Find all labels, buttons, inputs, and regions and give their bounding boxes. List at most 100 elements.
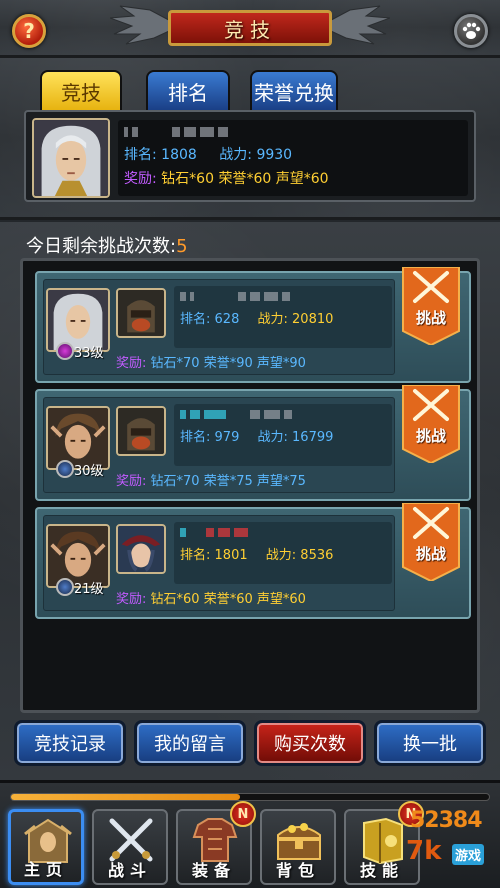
opponent-pet-avatar: [116, 524, 166, 574]
player-power-label: 战力:: [219, 147, 252, 163]
player-avatar: [32, 118, 110, 198]
opponent-reward-honor: 荣誉*90: [203, 356, 253, 371]
challenges-remaining-count: 5: [176, 236, 188, 257]
opponent-card-inner: 21级 排名: 1801 战力: 8536 奖励: 钻石*60 荣誉*60 声望…: [43, 515, 395, 611]
opponent-power-label: 战力:: [257, 312, 288, 327]
opponent-card-inner: 33级 排名: 628 战力: 20810 奖励: 钻石*70 荣誉*90 声望…: [43, 279, 395, 375]
opponent-name-blurred: [180, 406, 386, 422]
opponent-reward-diamond: 钻石*70: [150, 356, 200, 371]
nav-home-label: 主页: [23, 860, 68, 879]
opponent-card: 30级 排名: 979 战力: 16799 奖励: 钻石*70 荣誉*75 声望…: [35, 384, 471, 501]
opponent-power-value: 20810: [292, 312, 334, 327]
nav-bag[interactable]: 背包: [260, 809, 336, 885]
challenge-button[interactable]: 挑战: [401, 502, 461, 583]
opponent-name-blurred: [180, 524, 386, 540]
top-bar: ? 竞技: [0, 0, 500, 58]
opponent-reward-diamond: 钻石*60: [150, 592, 200, 607]
player-stats: 排名: 1808 战力: 9930: [124, 144, 462, 164]
player-reward-diamond: 钻石*60: [161, 171, 214, 187]
class-badge-icon: [56, 578, 74, 596]
watermark-number: 52384: [410, 808, 483, 833]
opponent-rank-value: 628: [214, 312, 240, 327]
help-label: ?: [23, 19, 35, 43]
opponent-reward-label: 奖励:: [116, 356, 147, 371]
tab-ranking[interactable]: 排名: [146, 70, 230, 112]
player-reward-label: 奖励:: [124, 171, 157, 187]
player-reward-honor: 荣誉*60: [218, 171, 272, 187]
opponent-list: 33级 排名: 628 战力: 20810 奖励: 钻石*70 荣誉*90 声望…: [20, 258, 480, 713]
player-rank-label: 排名:: [124, 147, 157, 163]
opponent-stats: 排名: 628 战力: 20810: [180, 308, 386, 327]
opponent-rewards: 奖励: 钻石*70 荣誉*90 声望*90: [116, 352, 306, 371]
opponent-info: 排名: 628 战力: 20810: [174, 286, 392, 348]
opponent-name-blurred: [180, 288, 386, 304]
opponent-power-value: 8536: [300, 548, 334, 563]
opponent-info: 排名: 979 战力: 16799: [174, 404, 392, 466]
opponent-pet-avatar: [116, 288, 166, 338]
opponent-stats: 排名: 979 战力: 16799: [180, 426, 386, 445]
my-messages-label: 我的留言: [154, 734, 226, 755]
new-badge: N: [230, 801, 256, 827]
opponent-card: 21级 排名: 1801 战力: 8536 奖励: 钻石*60 荣誉*60 声望…: [35, 502, 471, 619]
opponent-rank-label: 排名:: [180, 312, 211, 327]
opponent-level: 30级: [74, 464, 104, 479]
watermark-logo: 7k: [406, 836, 442, 866]
opponent-reward-prestige: 声望*90: [256, 356, 306, 371]
opponent-pet-avatar: [116, 406, 166, 456]
crossed-swords-icon: [402, 384, 460, 465]
xp-bar-fill: [11, 794, 241, 800]
challenge-button[interactable]: 挑战: [401, 266, 461, 347]
opponent-rewards: 奖励: 钻石*70 荣誉*75 声望*75: [116, 470, 306, 489]
page-title: 竞技: [168, 10, 332, 46]
my-messages-button[interactable]: 我的留言: [134, 720, 246, 766]
opponent-reward-label: 奖励:: [116, 592, 147, 607]
tab-arena-label: 竞技: [61, 80, 101, 105]
opponent-reward-prestige: 声望*75: [256, 474, 306, 489]
opponent-rank-label: 排名:: [180, 430, 211, 445]
opponent-power-label: 战力:: [265, 548, 297, 563]
paw-button[interactable]: [454, 14, 488, 48]
opponent-rank-label: 排名:: [180, 548, 211, 563]
player-rewards: 奖励: 钻石*60 荣誉*60 声望*60: [124, 168, 462, 188]
opponent-power-value: 16799: [292, 430, 334, 445]
opponent-info: 排名: 1801 战力: 8536: [174, 522, 392, 584]
player-info: 排名: 1808 战力: 9930 奖励: 钻石*60 荣誉*60 声望*60: [118, 120, 468, 196]
opponent-card-inner: 30级 排名: 979 战力: 16799 奖励: 钻石*70 荣誉*75 声望…: [43, 397, 395, 493]
opponent-reward-prestige: 声望*60: [256, 592, 306, 607]
arena-record-button[interactable]: 竞技记录: [14, 720, 126, 766]
challenge-button[interactable]: 挑战: [401, 384, 461, 465]
buy-attempts-button[interactable]: 购买次数: [254, 720, 366, 766]
crossed-swords-icon: [402, 502, 460, 583]
nav-battle[interactable]: 战斗: [92, 809, 168, 885]
site-watermark: 52384 7k 游戏: [404, 808, 496, 884]
tab-honor-exchange[interactable]: 荣誉兑换: [250, 70, 338, 112]
refresh-opponents-label: 换一批: [403, 734, 457, 755]
player-rank-value: 1808: [161, 147, 197, 163]
opponent-reward-diamond: 钻石*70: [150, 474, 200, 489]
nav-home[interactable]: 主页: [8, 809, 84, 885]
tab-ranking-label: 排名: [168, 80, 208, 105]
opponent-reward-honor: 荣誉*75: [203, 474, 253, 489]
player-name-blurred: [124, 124, 462, 140]
opponent-level: 21级: [74, 582, 104, 597]
watermark-tag: 游戏: [452, 844, 485, 865]
opponent-level: 33级: [74, 346, 104, 361]
opponent-rewards: 奖励: 钻石*60 荣誉*60 声望*60: [116, 588, 306, 607]
challenge-button-label: 挑战: [415, 545, 446, 563]
tab-arena[interactable]: 竞技: [40, 70, 122, 112]
nav-battle-label: 战斗: [107, 861, 152, 880]
player-reward-prestige: 声望*60: [275, 171, 329, 187]
opponent-power-label: 战力:: [257, 430, 288, 445]
refresh-opponents-button[interactable]: 换一批: [374, 720, 486, 766]
help-button[interactable]: ?: [12, 14, 46, 48]
opponent-rank-value: 979: [214, 430, 240, 445]
opponent-reward-label: 奖励:: [116, 474, 147, 489]
nav-equipment[interactable]: N 装备: [176, 801, 256, 885]
nav-equipment-label: 装备: [191, 861, 236, 880]
player-power-value: 9930: [256, 147, 293, 163]
crossed-swords-icon: [402, 266, 460, 347]
arena-record-label: 竞技记录: [34, 734, 106, 755]
buy-attempts-label: 购买次数: [274, 734, 346, 755]
tab-bar: 竞技 排名 荣誉兑换: [0, 60, 500, 112]
opponent-card: 33级 排名: 628 战力: 20810 奖励: 钻石*70 荣誉*90 声望…: [35, 266, 471, 383]
